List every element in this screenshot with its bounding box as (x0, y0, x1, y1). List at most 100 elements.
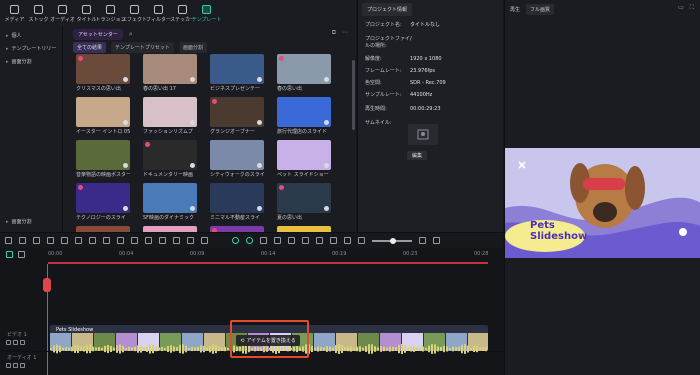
download-icon[interactable] (190, 163, 195, 168)
render-icon[interactable] (232, 237, 239, 244)
template-tile[interactable]: 旅行代理店のスライド (277, 97, 331, 135)
template-tile[interactable]: グランジオープナー (210, 97, 264, 135)
toolbar-item-sticker[interactable]: ステッカー (170, 5, 195, 23)
toolbar-item-stock[interactable]: ストック (28, 5, 49, 23)
filter-all-results[interactable]: 全ての結果 (73, 42, 107, 53)
download-icon[interactable] (257, 206, 262, 211)
zoom-in-icon[interactable] (419, 237, 426, 244)
playhead-handle[interactable] (43, 278, 51, 292)
download-icon[interactable] (257, 163, 262, 168)
text-icon[interactable] (103, 237, 110, 244)
more-icon[interactable]: ⋯ (342, 29, 348, 37)
voiceover-icon[interactable] (316, 237, 323, 244)
template-tile[interactable]: ミニマル不動産スライ (210, 183, 264, 221)
download-icon[interactable] (123, 206, 128, 211)
search-icon[interactable]: ⌕ (129, 30, 133, 39)
caption-icon[interactable] (330, 237, 337, 244)
template-tile[interactable]: SF映画のダイナミック (143, 183, 197, 221)
fullscreen-icon[interactable]: ⛶ (690, 4, 694, 12)
thumbnail-icon (417, 129, 429, 140)
template-tile[interactable]: 春の思い出 17 (143, 54, 197, 92)
layout-icon[interactable] (5, 237, 12, 244)
download-icon[interactable] (123, 77, 128, 82)
toolbar-item-audio[interactable]: オーディオ (50, 5, 75, 23)
toolbar-item-filter[interactable]: フィルター (146, 5, 171, 23)
marker-icon[interactable] (260, 237, 267, 244)
download-icon[interactable] (257, 77, 262, 82)
filter-template-preset[interactable]: テンプレートプリセット (111, 42, 174, 53)
color-icon[interactable] (145, 237, 152, 244)
zoom-slider[interactable] (372, 237, 412, 244)
category-split-screen-bottom[interactable]: ▸ 画面分割 (0, 215, 32, 228)
category-template-library[interactable]: ▸ テンプレートリリー (0, 42, 62, 55)
download-icon[interactable] (123, 163, 128, 168)
toolbar-item-effect[interactable]: エフェクト (122, 5, 147, 23)
keyframe-icon[interactable] (159, 237, 166, 244)
toolbar-item-transition[interactable]: トランジョン (96, 5, 126, 23)
timeline-settings-icon[interactable] (433, 237, 440, 244)
crop-icon[interactable] (89, 237, 96, 244)
snap-icon[interactable] (246, 237, 253, 244)
tab-project-info[interactable]: プロジェクト情報 (362, 3, 413, 16)
filter-icon[interactable]: ⧉ (332, 29, 336, 37)
zoom-fit-icon[interactable] (117, 237, 124, 244)
redo-icon[interactable] (47, 237, 54, 244)
template-tile[interactable]: 音楽物語の映画ポスター (76, 140, 130, 178)
download-icon[interactable] (324, 163, 329, 168)
tab-asset-center[interactable]: アセットセンター (73, 29, 123, 40)
zoom-out-icon[interactable] (358, 237, 365, 244)
undo-icon[interactable] (33, 237, 40, 244)
download-icon[interactable] (324, 206, 329, 211)
template-tile[interactable]: ファッションリズムプ (143, 97, 197, 135)
template-tile[interactable]: 春の思い出 (277, 54, 331, 92)
motion-icon[interactable] (187, 237, 194, 244)
shield-icon[interactable] (288, 237, 295, 244)
more-tools-icon[interactable] (201, 237, 208, 244)
edit-thumbnail-button[interactable]: 編集 (407, 151, 427, 160)
template-tile[interactable]: イースター イントロ 05 (76, 97, 130, 135)
link-icon[interactable] (18, 251, 25, 258)
category-split-screen[interactable]: ▸ 画面分割 (0, 55, 62, 68)
lock-icon[interactable] (6, 340, 11, 345)
template-tile[interactable]: ドキュメンタリー映画 (143, 140, 197, 178)
template-tile[interactable]: 夏の思い出 (277, 183, 331, 221)
time-ruler[interactable]: 00:00 00:04 00:09 00:14 00:19 00:23 00:28 (48, 248, 488, 262)
zoom-slider-knob[interactable] (390, 237, 396, 244)
cut-icon[interactable] (75, 237, 82, 244)
toolbar-item-media[interactable]: メディア (4, 5, 25, 23)
template-tile[interactable]: テクノロジーのスライ (76, 183, 130, 221)
download-icon[interactable] (123, 120, 128, 125)
delete-icon[interactable] (61, 237, 68, 244)
mute-icon[interactable] (20, 363, 25, 368)
template-tile[interactable]: クリスマスの思い出 (76, 54, 130, 92)
download-icon[interactable] (190, 77, 195, 82)
ai-icon[interactable] (173, 237, 180, 244)
template-tile[interactable]: シティウォークのスライ (210, 140, 264, 178)
eye-icon[interactable] (13, 340, 18, 345)
download-icon[interactable] (257, 120, 262, 125)
waveform-bar (128, 347, 130, 351)
mic-icon[interactable] (302, 237, 309, 244)
template-tile[interactable]: ペット スライドショー (277, 140, 331, 178)
scrollbar[interactable] (352, 60, 355, 130)
replace-item-button[interactable]: ⟲ アイテムを置き換える (236, 335, 300, 346)
volume-icon[interactable] (20, 340, 25, 345)
split-audio-icon[interactable] (274, 237, 281, 244)
toolbar-item-title[interactable]: タイトル (76, 5, 97, 23)
quality-dropdown[interactable]: フル画質 (526, 4, 555, 15)
snapshot-icon[interactable]: ▭ (678, 4, 684, 12)
import-icon[interactable] (344, 237, 351, 244)
template-tile[interactable]: ビジネスプレゼンテー (210, 54, 264, 92)
speed-icon[interactable] (131, 237, 138, 244)
filter-split-screen[interactable]: 画面分割 (178, 42, 207, 53)
add-track-icon[interactable] (6, 251, 13, 258)
download-icon[interactable] (190, 120, 195, 125)
download-icon[interactable] (190, 206, 195, 211)
select-icon[interactable] (19, 237, 26, 244)
lock-icon[interactable] (6, 363, 11, 368)
download-icon[interactable] (324, 120, 329, 125)
toolbar-item-template[interactable]: テンプレート (192, 5, 221, 23)
download-icon[interactable] (324, 77, 329, 82)
category-personal[interactable]: ▸ 個人 (0, 29, 62, 42)
volume-icon[interactable] (13, 363, 18, 368)
